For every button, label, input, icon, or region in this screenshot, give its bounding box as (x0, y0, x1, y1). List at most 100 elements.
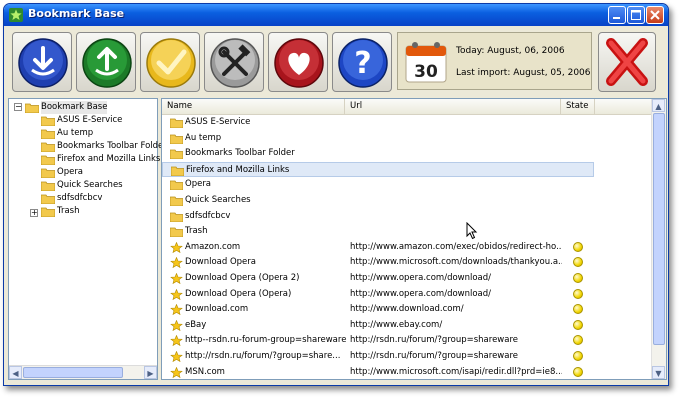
tree-collapse-toggle[interactable]: − (14, 103, 22, 111)
bookmark-row[interactable]: http://rsdn.ru/forum/?group=share... http… (162, 349, 652, 364)
row-url: http://www.opera.com/download/ (350, 273, 492, 283)
folder-tree[interactable]: − Bookmark Base ASUS E-Service Au temp B… (8, 98, 167, 380)
bookmark-row[interactable]: eBay http://www.ebay.com/ (162, 318, 652, 333)
tree-expand-toggle[interactable]: + (30, 209, 38, 217)
bookmark-row[interactable]: MSN.com http://www.microsoft.com/isapi/re… (162, 365, 652, 379)
folder-row[interactable]: Bookmarks Toolbar Folder (162, 146, 652, 161)
row-url: http://www.download.com/ (350, 304, 464, 315)
scroll-right-arrow[interactable]: ▶ (144, 366, 157, 379)
import-button[interactable] (12, 32, 72, 92)
row-name: eBay (185, 319, 207, 330)
folder-icon (41, 168, 55, 178)
column-url-header[interactable]: Url (345, 99, 561, 114)
svg-text:30: 30 (414, 62, 438, 82)
mouse-cursor-icon (466, 222, 478, 240)
folder-icon (170, 180, 183, 191)
scroll-down-arrow[interactable]: ▼ (652, 366, 665, 379)
tree-item-label: Quick Searches (57, 180, 123, 190)
list-vertical-scrollbar[interactable]: ▲ ▼ (651, 99, 666, 379)
close-button[interactable] (646, 6, 664, 24)
folder-icon (170, 118, 183, 128)
scroll-left-arrow[interactable]: ◀ (9, 366, 22, 379)
folder-icon (41, 142, 55, 152)
scroll-thumb[interactable] (23, 367, 123, 378)
row-name: Au temp (185, 132, 222, 143)
folder-row[interactable]: Quick Searches (162, 193, 652, 208)
scroll-up-arrow[interactable]: ▲ (652, 99, 665, 112)
status-indicator-icon (573, 335, 583, 346)
folder-icon (41, 129, 55, 139)
exit-button[interactable] (598, 32, 656, 92)
folder-icon (170, 227, 183, 238)
app-window: Bookmark Base ? 30 Today: August, 06, 20… (3, 3, 669, 386)
folder-icon (171, 166, 184, 176)
folder-icon (41, 194, 55, 204)
status-indicator-icon (573, 288, 583, 299)
scroll-thumb[interactable] (653, 113, 665, 345)
tree-horizontal-scrollbar[interactable]: ◀ ▶ (9, 365, 157, 379)
star-icon (170, 241, 183, 253)
tree-item-label: Firefox and Mozilla Links (57, 154, 161, 164)
row-name: Download Opera (185, 257, 256, 268)
column-name-header[interactable]: Name (162, 99, 345, 114)
row-name: http://rsdn.ru/forum/?group=share... (185, 351, 341, 361)
folder-icon (41, 181, 55, 191)
minimize-button[interactable] (608, 6, 626, 24)
folder-icon (170, 149, 183, 160)
question-mark-icon: ? (338, 38, 388, 88)
help-button[interactable]: ? (332, 32, 392, 92)
heart-icon (274, 38, 324, 88)
star-icon (170, 351, 183, 362)
status-indicator-icon (573, 304, 583, 315)
folder-icon (41, 116, 55, 126)
check-button[interactable] (140, 32, 200, 92)
toolbar: ? 30 Today: August, 06, 2006 Last import… (4, 26, 668, 96)
tree-item-label: ASUS E-Service (57, 115, 123, 125)
folder-icon (41, 155, 55, 165)
bookmark-row[interactable]: Download Opera http://www.microsoft.com/d… (162, 255, 652, 270)
row-name: Quick Searches (185, 195, 251, 205)
list-header: Name Url State (162, 99, 652, 115)
folder-row[interactable]: Trash (162, 224, 652, 239)
tree-item-label: Bookmarks Toolbar Folder (57, 141, 167, 151)
folder-row[interactable]: Au temp (162, 131, 652, 146)
row-url: http://www.microsoft.com/isapi/redir.dll… (350, 366, 562, 377)
folder-icon (41, 207, 55, 217)
upload-arrow-icon (82, 38, 132, 88)
folder-row[interactable]: sdfsdfcbcv (162, 209, 652, 224)
window-title: Bookmark Base (28, 7, 125, 20)
favorites-button[interactable] (268, 32, 328, 92)
folder-row[interactable]: ASUS E-Service (162, 115, 652, 130)
bookmark-row[interactable]: Download Opera (Opera 2) http://www.opera… (162, 271, 652, 286)
status-indicator-icon (573, 273, 583, 283)
minimize-icon (613, 17, 620, 19)
red-x-icon (606, 38, 648, 86)
row-name: Download.com (185, 304, 249, 315)
title-bar[interactable]: Bookmark Base (4, 4, 668, 26)
app-star-icon (9, 8, 23, 22)
close-icon (650, 10, 660, 20)
bookmark-list[interactable]: Name Url State ASUS E-Service Au temp Book… (161, 98, 667, 380)
bookmark-row[interactable]: Amazon.com http://www.amazon.com/exec/obi… (162, 240, 652, 255)
maximize-button[interactable] (627, 6, 645, 24)
folder-row[interactable]: Opera (162, 177, 652, 192)
row-url: http://rsdn.ru/forum/?group=shareware (350, 351, 518, 361)
last-import-date: Last import: August, 05, 2006 (456, 68, 591, 78)
tools-button[interactable] (204, 32, 264, 92)
star-icon (170, 288, 183, 300)
date-panel: 30 Today: August, 06, 2006 Last import: … (397, 32, 592, 90)
export-button[interactable] (76, 32, 136, 92)
column-state-header[interactable]: State (561, 99, 595, 114)
row-name: http--rsdn.ru-forum-group=shareware (185, 335, 347, 346)
svg-text:?: ? (354, 46, 371, 81)
bookmark-row[interactable]: Download.com http://www.download.com/ (162, 302, 652, 317)
status-indicator-icon (573, 319, 583, 330)
star-icon (170, 257, 183, 269)
tree-item-label: Trash (57, 206, 80, 216)
bookmark-row[interactable]: Download Opera (Opera) http://www.opera.c… (162, 287, 652, 302)
status-indicator-icon (573, 366, 583, 377)
folder-row[interactable]: Firefox and Mozilla Links (162, 161, 594, 177)
bookmark-row[interactable]: http--rsdn.ru-forum-group=shareware http:… (162, 333, 652, 348)
status-indicator-icon (573, 351, 583, 361)
row-url: http://www.ebay.com/ (350, 319, 443, 330)
